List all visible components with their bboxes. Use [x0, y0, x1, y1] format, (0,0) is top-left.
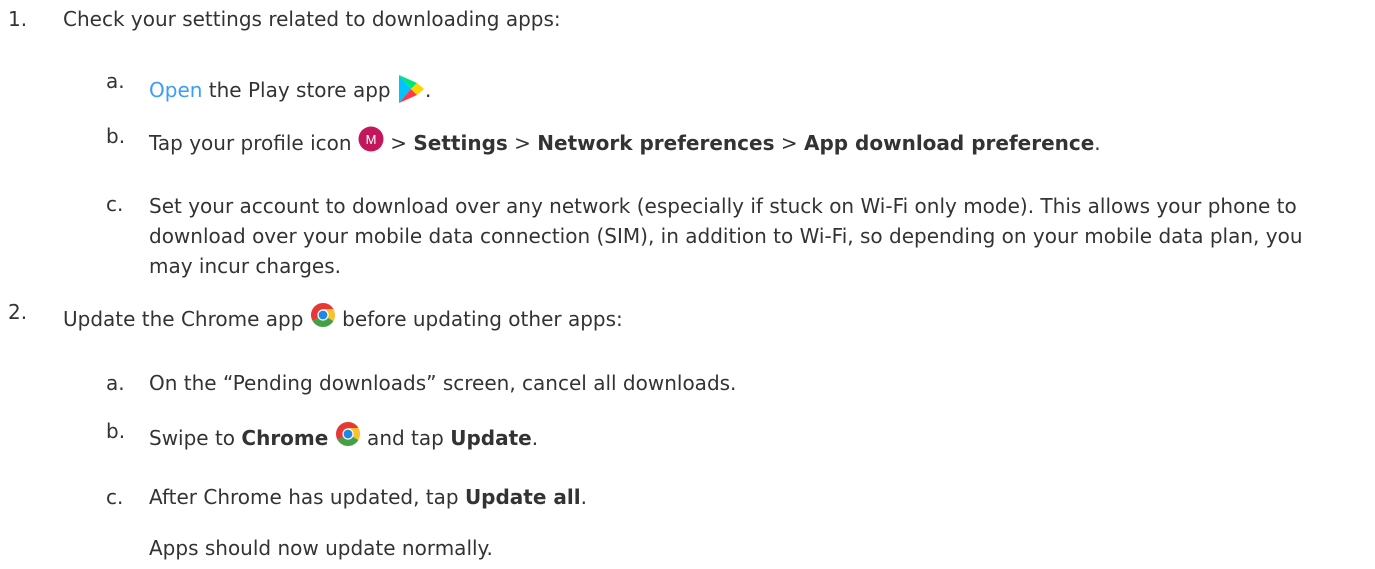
- substep-letter: a.: [106, 69, 125, 93]
- substep-text-part: .: [531, 426, 539, 450]
- app-download-preference-label: App download preference: [803, 131, 1095, 155]
- note-text: Apps should now update normally.: [149, 536, 493, 560]
- play-store-icon: [397, 74, 425, 111]
- step-number: 2.: [8, 300, 28, 324]
- substep-2c: c. After Chrome has updated, tap Update …: [0, 484, 1375, 514]
- substep-text: Swipe to Chrome and tap Update.: [149, 421, 539, 456]
- substep-text-part: Swipe to: [149, 426, 242, 450]
- separator: >: [774, 131, 804, 155]
- chrome-icon: [310, 302, 336, 335]
- step-text: Check your settings related to downloadi…: [63, 7, 561, 31]
- settings-label: Settings: [413, 131, 508, 155]
- substep-letter: b.: [106, 124, 126, 148]
- step-number: 1.: [8, 7, 28, 31]
- update-label: Update: [450, 426, 532, 450]
- substep-1c: c. Set your account to download over any…: [0, 191, 1375, 287]
- chrome-label: Chrome: [241, 426, 329, 450]
- step-text-part: before updating other apps:: [335, 307, 623, 331]
- substep-letter: a.: [106, 371, 125, 395]
- substep-text-part: the Play store app: [202, 78, 397, 102]
- substep-text: Open the Play store app .: [149, 73, 431, 110]
- separator: >: [507, 131, 538, 155]
- avatar-letter: M: [365, 132, 376, 147]
- substep-letter: c.: [106, 192, 124, 216]
- separator: >: [383, 131, 414, 155]
- substep-text-part: and tap: [360, 426, 451, 450]
- open-play-store-link[interactable]: Open: [149, 78, 202, 102]
- substep-1a: a. Open the Play store app .: [0, 69, 1375, 110]
- substep-text-part: .: [424, 78, 432, 102]
- substep-letter: c.: [106, 485, 124, 509]
- substep-2a: a. On the “Pending downloads” screen, ca…: [0, 370, 1375, 400]
- substep-text-part: .: [1094, 131, 1101, 155]
- substep-text-part: .: [580, 485, 587, 509]
- substep-text: After Chrome has updated, tap Update all…: [149, 484, 587, 511]
- step-text: Update the Chrome app before updating ot…: [63, 302, 623, 337]
- substep-text-part: Tap your profile icon: [149, 131, 358, 155]
- step-2: 2. Update the Chrome app before updating…: [0, 300, 1375, 338]
- step-text-part: Update the Chrome app: [63, 307, 310, 331]
- profile-avatar-icon: M: [358, 126, 384, 159]
- update-all-label: Update all: [464, 485, 581, 509]
- closing-note: Apps should now update normally.: [0, 535, 1375, 565]
- substep-text-part: After Chrome has updated, tap: [149, 485, 465, 509]
- substep-letter: b.: [106, 419, 126, 443]
- network-preferences-label: Network preferences: [537, 131, 775, 155]
- substep-2b: b. Swipe to Chrome and tap Update.: [0, 419, 1375, 457]
- step-1: 1. Check your settings related to downlo…: [0, 6, 1375, 36]
- substep-text: On the “Pending downloads” screen, cance…: [149, 371, 737, 395]
- substep-1b: b. Tap your profile icon M > Settings > …: [0, 124, 1375, 162]
- substep-text: Tap your profile icon M > Settings > Net…: [149, 126, 1101, 161]
- chrome-icon: [335, 421, 361, 454]
- substep-text: Set your account to download over any ne…: [149, 194, 1303, 278]
